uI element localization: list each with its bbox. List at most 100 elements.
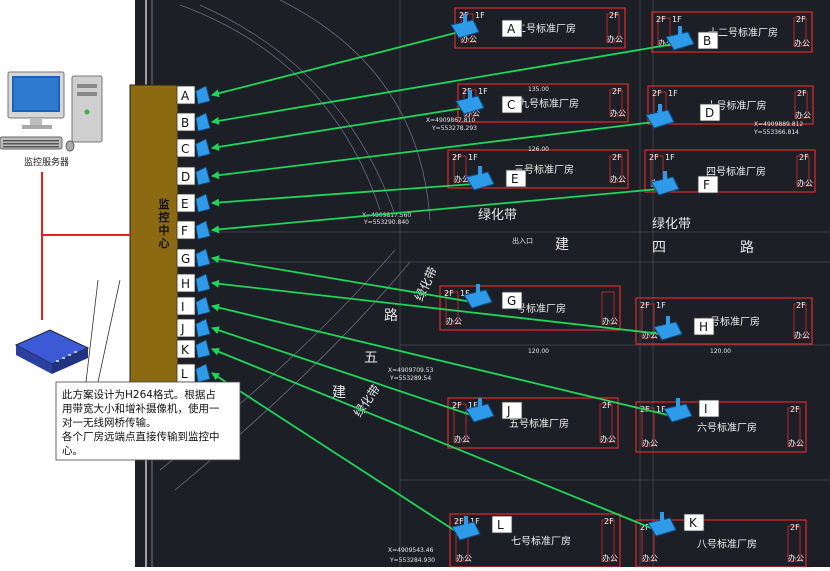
site-tag-letter: J — [506, 404, 511, 418]
note-line: 用带宽大小和增补摄像机，使用一 — [62, 402, 220, 415]
monitor-server-icon — [0, 71, 103, 152]
port-letter: L — [181, 367, 188, 381]
antenna-icon — [658, 104, 662, 116]
coord-6: Y=553289.54 — [389, 375, 431, 382]
coord-2: Y=553290.840 — [363, 219, 409, 226]
floor-label: 2F — [452, 153, 462, 162]
floor-label: 2F — [604, 517, 614, 526]
diagram-canvas: 二号标准厂房2F1F2F办公办公十二号标准厂房2F1F2F办公办公九号标准厂房2… — [0, 0, 830, 568]
office-label: 办公 — [602, 553, 618, 563]
port-letter: K — [181, 343, 190, 357]
port-k: K — [176, 339, 211, 359]
floor-label: 2F — [790, 405, 800, 414]
office-label: 办公 — [788, 438, 804, 448]
floor-label: 2F — [796, 15, 806, 24]
floor-label: 1F — [478, 87, 488, 96]
office-label: 办公 — [788, 553, 804, 563]
network-switch-icon — [14, 329, 90, 374]
floor-label: 2F — [602, 401, 612, 410]
floor-label: 2F — [609, 11, 619, 20]
office-label: 办公 — [454, 434, 470, 444]
antenna-icon — [666, 316, 670, 328]
building-name: 七号标准厂房 — [511, 535, 571, 548]
port-l: L — [176, 363, 211, 383]
office-label: 办公 — [600, 434, 616, 444]
building-name: 九号标准厂房 — [519, 97, 579, 110]
monitoring-center: 监控中心 — [129, 84, 179, 421]
road-label-si: 四 — [652, 240, 666, 256]
floor-label: 2F — [797, 89, 807, 98]
office-label: 办公 — [607, 34, 623, 44]
floor-label: 1F — [468, 153, 478, 162]
floor-label: 1F — [672, 15, 682, 24]
floor-label: 2F — [790, 523, 800, 532]
dim-2: 126.00 — [528, 146, 549, 153]
site-tag-letter: L — [497, 518, 504, 532]
network-diagram: 二号标准厂房2F1F2F办公办公十二号标准厂房2F1F2F办公办公九号标准厂房2… — [0, 0, 830, 568]
antenna-icon — [678, 26, 682, 38]
port-letter: J — [180, 322, 185, 336]
green-belt-label: 绿化带 — [478, 208, 517, 223]
office-label: 办公 — [797, 178, 813, 188]
building-name: 八号标准厂房 — [697, 538, 757, 551]
site-tag-letter: K — [689, 516, 698, 530]
center-label-char: 控 — [159, 210, 170, 224]
coord-3: X=4909867.810 — [426, 117, 475, 124]
entrance-label: 出入口 — [512, 236, 533, 245]
floor-label: 2F — [799, 153, 809, 162]
office-label: 办公 — [794, 38, 810, 48]
coord-8: Y=553284.930 — [389, 557, 435, 564]
monitoring-center-box — [129, 84, 179, 421]
site-tag-letter: D — [705, 106, 714, 120]
site-tag-letter: C — [507, 98, 515, 112]
port-letter: F — [181, 224, 188, 238]
antenna-icon — [478, 166, 482, 178]
port-tag — [176, 318, 196, 338]
office-label: 办公 — [794, 330, 810, 340]
office-label: 办公 — [602, 316, 618, 326]
floor-label: 2F — [640, 301, 650, 310]
dim-4: 120.00 — [710, 348, 731, 355]
office-label: 办公 — [642, 553, 658, 563]
floor-label: 2F — [649, 153, 659, 162]
port-letter: I — [181, 300, 185, 314]
antenna-icon — [676, 398, 680, 410]
floor-label: 1F — [656, 301, 666, 310]
floor-label: 2F — [612, 153, 622, 162]
port-a: A — [176, 85, 211, 105]
floor-label: 2F — [796, 301, 806, 310]
road-label-wu: 五 — [364, 350, 378, 366]
port-letter: G — [181, 252, 190, 266]
note-line: 对一无线网桥传输。 — [62, 416, 157, 429]
note-line: 各个厂房远端点直接传输到监控中 — [62, 430, 220, 443]
site-tag-letter: E — [511, 172, 519, 186]
road-label-lu-2: 路 — [384, 308, 398, 324]
site-tag-letter: H — [699, 320, 708, 334]
antenna-icon — [476, 284, 480, 296]
port-j: J — [176, 318, 211, 338]
floor-label: 2F — [612, 87, 622, 96]
site-tag-letter: F — [703, 178, 710, 192]
antenna-icon — [464, 516, 468, 528]
port-f: F — [176, 220, 211, 240]
port-d: D — [176, 166, 211, 186]
port-c: C — [176, 138, 211, 158]
floor-label: 2F — [656, 15, 666, 24]
road-label-lu: 路 — [740, 240, 754, 256]
office-label: 办公 — [610, 108, 626, 118]
port-letter: H — [181, 277, 190, 291]
site-tag-letter: G — [507, 294, 516, 308]
cad-map-background — [135, 0, 830, 567]
port-h: H — [176, 273, 211, 293]
port-b: B — [176, 112, 211, 132]
monitoring-center-label: 监控中心 — [159, 197, 170, 250]
note-line: 心。 — [62, 445, 83, 457]
site-tag-letter: A — [507, 22, 516, 36]
floor-label: 1F — [668, 89, 678, 98]
site-tag-letter: B — [703, 34, 711, 48]
center-label-char: 监 — [159, 197, 170, 211]
coord-7: X=4909543.46 — [388, 547, 434, 554]
office-label: 办公 — [456, 553, 472, 563]
port-g: G — [176, 248, 211, 268]
floor-label: 1F — [665, 153, 675, 162]
